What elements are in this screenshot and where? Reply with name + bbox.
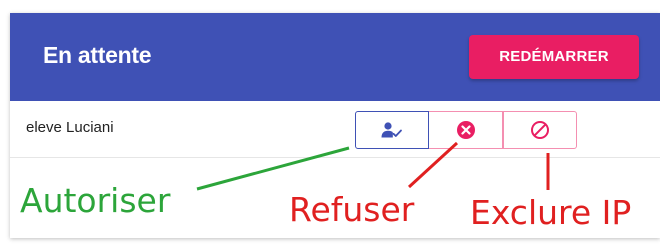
authorize-pointer-line xyxy=(196,146,350,191)
annotation-exclude-ip: Exclure IP xyxy=(470,193,632,232)
refuse-pointer-line xyxy=(407,141,459,189)
annotation-refuse: Refuser xyxy=(289,190,415,229)
annotation-authorize: Autoriser xyxy=(20,181,171,220)
